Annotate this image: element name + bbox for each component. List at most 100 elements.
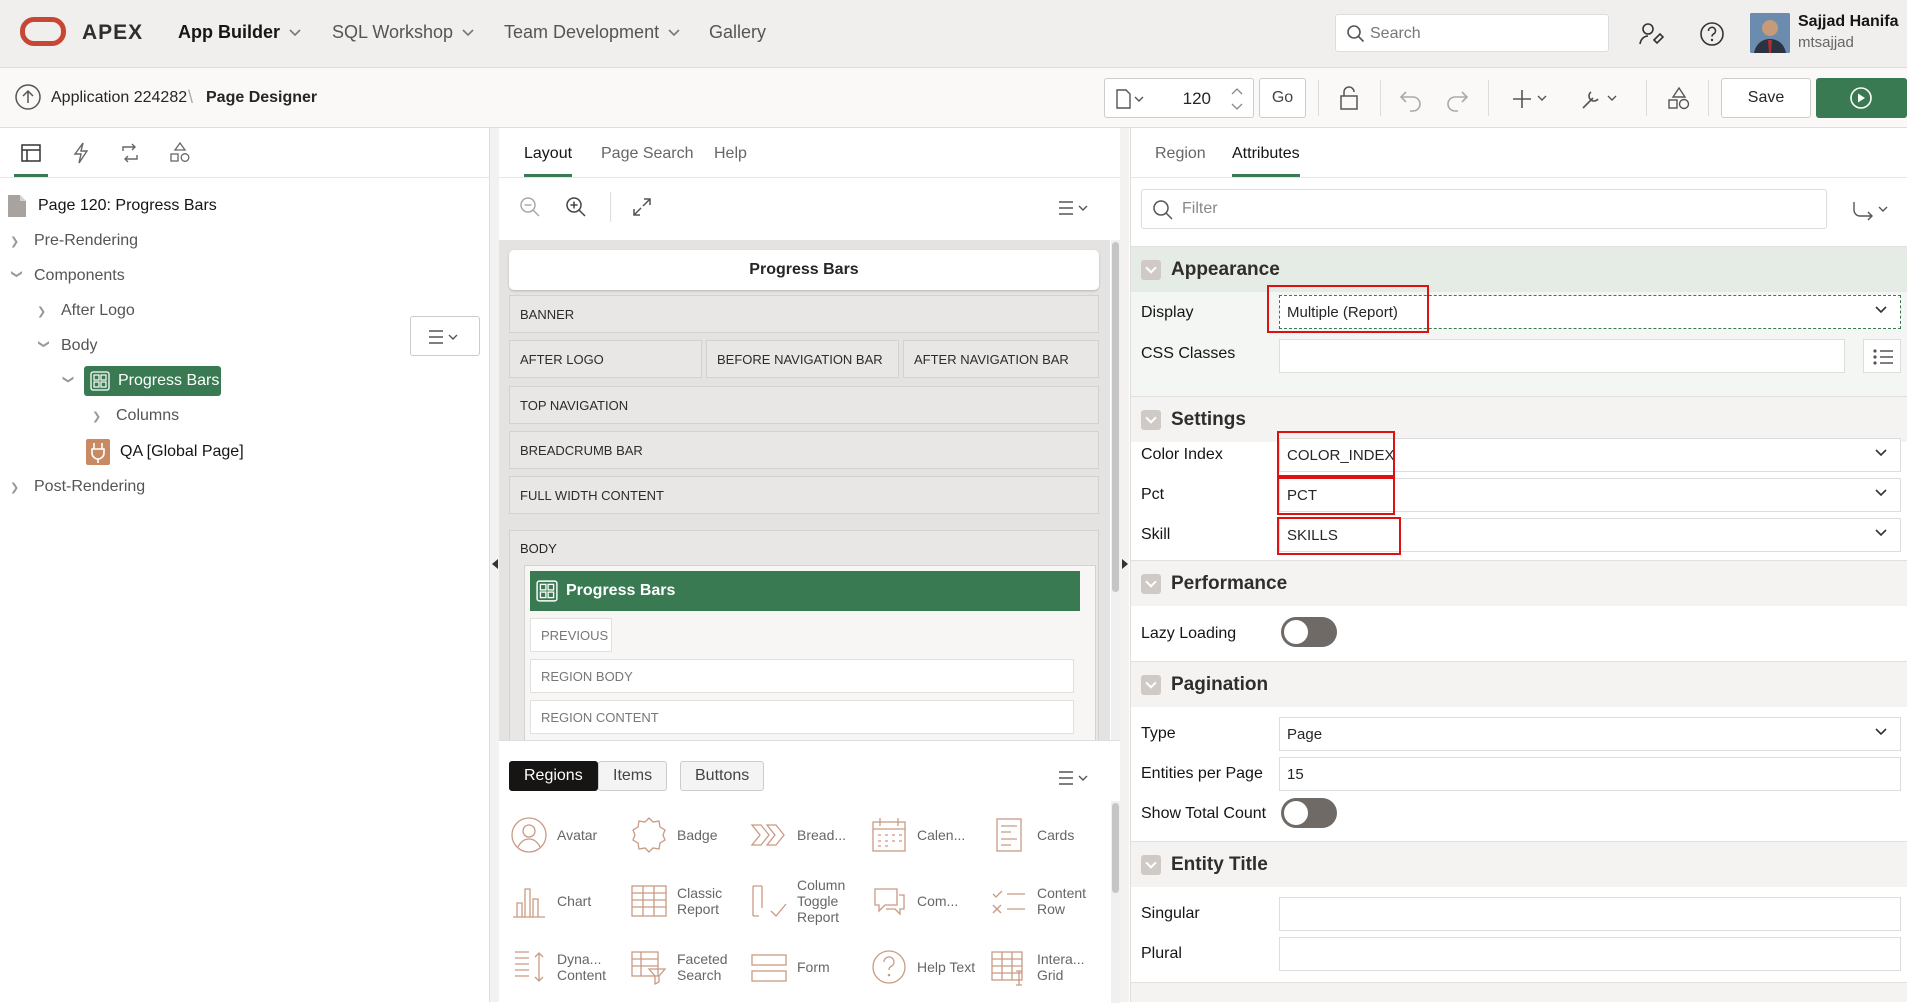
create-menu-icon[interactable]: [1512, 86, 1552, 112]
group-entity-title[interactable]: Entity Title: [1131, 841, 1907, 887]
filter-input[interactable]: Filter: [1141, 189, 1827, 229]
gallery-item-content-row[interactable]: Content Row: [989, 871, 1109, 931]
lazy-loading-toggle[interactable]: [1281, 617, 1337, 647]
css-classes-picker-button[interactable]: [1863, 339, 1901, 373]
tab-buttons[interactable]: Buttons: [680, 761, 765, 791]
tab-regions[interactable]: Regions: [509, 761, 598, 791]
group-pagination[interactable]: Pagination: [1131, 661, 1907, 707]
gallery-item-avatar[interactable]: Avatar: [509, 805, 629, 865]
go-button[interactable]: Go: [1259, 78, 1306, 118]
nav-gallery[interactable]: Gallery: [709, 22, 766, 43]
gallery-scrollbar[interactable]: [1111, 801, 1120, 1003]
lock-page-icon[interactable]: [1336, 86, 1362, 112]
group-settings[interactable]: Settings: [1131, 396, 1907, 442]
tab-shared-components[interactable]: [169, 142, 191, 164]
gallery-item-column-toggle-report[interactable]: Column Toggle Report: [749, 871, 869, 931]
run-page-button[interactable]: [1816, 78, 1907, 118]
chevron-right-icon[interactable]: ❯: [37, 305, 51, 318]
region-progress-bars[interactable]: Progress Bars PREVIOUS REGION BODY REGIO…: [524, 565, 1096, 765]
pagination-type-select[interactable]: Page: [1279, 717, 1901, 751]
gallery-item-form[interactable]: Form: [749, 937, 869, 997]
page-number-input[interactable]: 120: [1151, 89, 1211, 109]
tab-attributes[interactable]: Attributes: [1232, 145, 1300, 177]
plural-input[interactable]: [1279, 937, 1901, 971]
tab-dynamic-actions[interactable]: [70, 142, 92, 164]
collapse-toggle-icon[interactable]: [1141, 259, 1161, 280]
tab-layout[interactable]: Layout: [524, 145, 573, 177]
gallery-item-badge[interactable]: Badge: [629, 805, 749, 865]
chevron-down-icon[interactable]: ❯: [62, 375, 75, 384]
slot-banner[interactable]: BANNER: [509, 295, 1099, 333]
tree-node-after-logo[interactable]: ❯ After Logo: [37, 302, 135, 320]
collapse-toggle-icon[interactable]: [1141, 409, 1161, 430]
nav-team-development[interactable]: Team Development: [504, 22, 681, 43]
go-to-group-icon[interactable]: [1851, 199, 1893, 221]
gallery-item-help-text[interactable]: Help Text: [869, 937, 989, 997]
layout-menu-icon[interactable]: [1057, 199, 1095, 217]
slot-region-content[interactable]: REGION CONTENT: [530, 700, 1074, 734]
chevron-right-icon[interactable]: ❯: [10, 235, 24, 248]
breadcrumb-application[interactable]: Application 224282: [51, 89, 187, 107]
gallery-item-cards[interactable]: Cards: [989, 805, 1109, 865]
group-next[interactable]: [1131, 982, 1907, 1002]
slot-after-logo[interactable]: AFTER LOGO: [509, 340, 702, 378]
scrollbar-thumb[interactable]: [1112, 242, 1119, 592]
nav-app-builder[interactable]: App Builder: [178, 22, 302, 43]
gallery-item-classic-report[interactable]: Classic Report: [629, 871, 749, 931]
tree-node-pre-rendering[interactable]: ❯ Pre-Rendering: [10, 232, 138, 250]
group-appearance[interactable]: Appearance: [1131, 246, 1907, 292]
slot-breadcrumb-bar[interactable]: BREADCRUMB BAR: [509, 431, 1099, 469]
zoom-in-icon[interactable]: [565, 196, 587, 218]
chevron-down-icon[interactable]: ❯: [38, 339, 51, 353]
pct-select[interactable]: PCT: [1279, 478, 1901, 512]
gallery-item-dynamic-content[interactable]: Dyna... Content: [509, 937, 629, 997]
apex-brand[interactable]: APEX: [82, 21, 143, 45]
gallery-menu-icon[interactable]: [1057, 769, 1095, 787]
layout-canvas[interactable]: Progress Bars BANNER AFTER LOGO BEFORE N…: [499, 240, 1110, 765]
tree-node-columns[interactable]: ❯ Columns: [92, 407, 179, 425]
tab-page-search[interactable]: Page Search: [601, 145, 694, 163]
group-performance[interactable]: Performance: [1131, 560, 1907, 606]
tab-items[interactable]: Items: [598, 761, 668, 791]
oracle-logo[interactable]: [20, 17, 66, 46]
css-classes-input[interactable]: [1279, 339, 1845, 373]
tree-node-components[interactable]: ❯ Components: [10, 267, 125, 285]
collapse-toggle-icon[interactable]: [1141, 573, 1161, 594]
user-name[interactable]: Sajjad Hanifa: [1798, 13, 1898, 31]
display-select[interactable]: Multiple (Report): [1279, 295, 1901, 329]
slot-region-body[interactable]: REGION BODY: [530, 659, 1074, 693]
avatar[interactable]: [1750, 13, 1790, 53]
tree-node-progress-bars[interactable]: Progress Bars: [84, 366, 221, 396]
gallery-item-comments[interactable]: Com...: [869, 871, 989, 931]
nav-sql-workshop[interactable]: SQL Workshop: [332, 22, 475, 43]
chevron-down-icon[interactable]: ❯: [11, 269, 24, 283]
collapse-toggle-icon[interactable]: [1141, 674, 1161, 695]
stepper-icon[interactable]: [1229, 85, 1245, 113]
redo-icon[interactable]: [1444, 86, 1470, 112]
page-icon[interactable]: [1115, 89, 1145, 109]
page-title[interactable]: Progress Bars: [509, 250, 1099, 290]
color-index-select[interactable]: COLOR_INDEX: [1279, 438, 1901, 472]
singular-input[interactable]: [1279, 897, 1901, 931]
wrench-person-icon[interactable]: [1638, 20, 1666, 48]
save-button[interactable]: Save: [1721, 78, 1811, 118]
arrow-up-circle-icon[interactable]: [14, 83, 42, 111]
gallery-item-breadcrumb[interactable]: Bread...: [749, 805, 869, 865]
tab-rendering[interactable]: [14, 142, 48, 177]
undo-icon[interactable]: [1398, 86, 1424, 112]
slot-previous[interactable]: PREVIOUS: [530, 618, 612, 652]
right-splitter[interactable]: [1120, 128, 1129, 1002]
entities-per-page-input[interactable]: 15: [1279, 757, 1901, 791]
slot-full-width-content[interactable]: FULL WIDTH CONTENT: [509, 476, 1099, 514]
tree-menu-button[interactable]: [410, 316, 480, 356]
show-total-count-toggle[interactable]: [1281, 798, 1337, 828]
slot-top-navigation[interactable]: TOP NAVIGATION: [509, 386, 1099, 424]
tree-root-page[interactable]: Page 120: Progress Bars: [6, 194, 217, 218]
chevron-right-icon[interactable]: ❯: [92, 410, 106, 423]
utilities-menu-icon[interactable]: [1580, 86, 1622, 112]
gallery-item-interactive-grid[interactable]: Intera... Grid: [989, 937, 1109, 997]
tab-help[interactable]: Help: [714, 145, 747, 163]
chevron-right-icon[interactable]: ❯: [10, 481, 24, 494]
gallery-item-chart[interactable]: Chart: [509, 871, 629, 931]
expand-icon[interactable]: [631, 196, 653, 218]
